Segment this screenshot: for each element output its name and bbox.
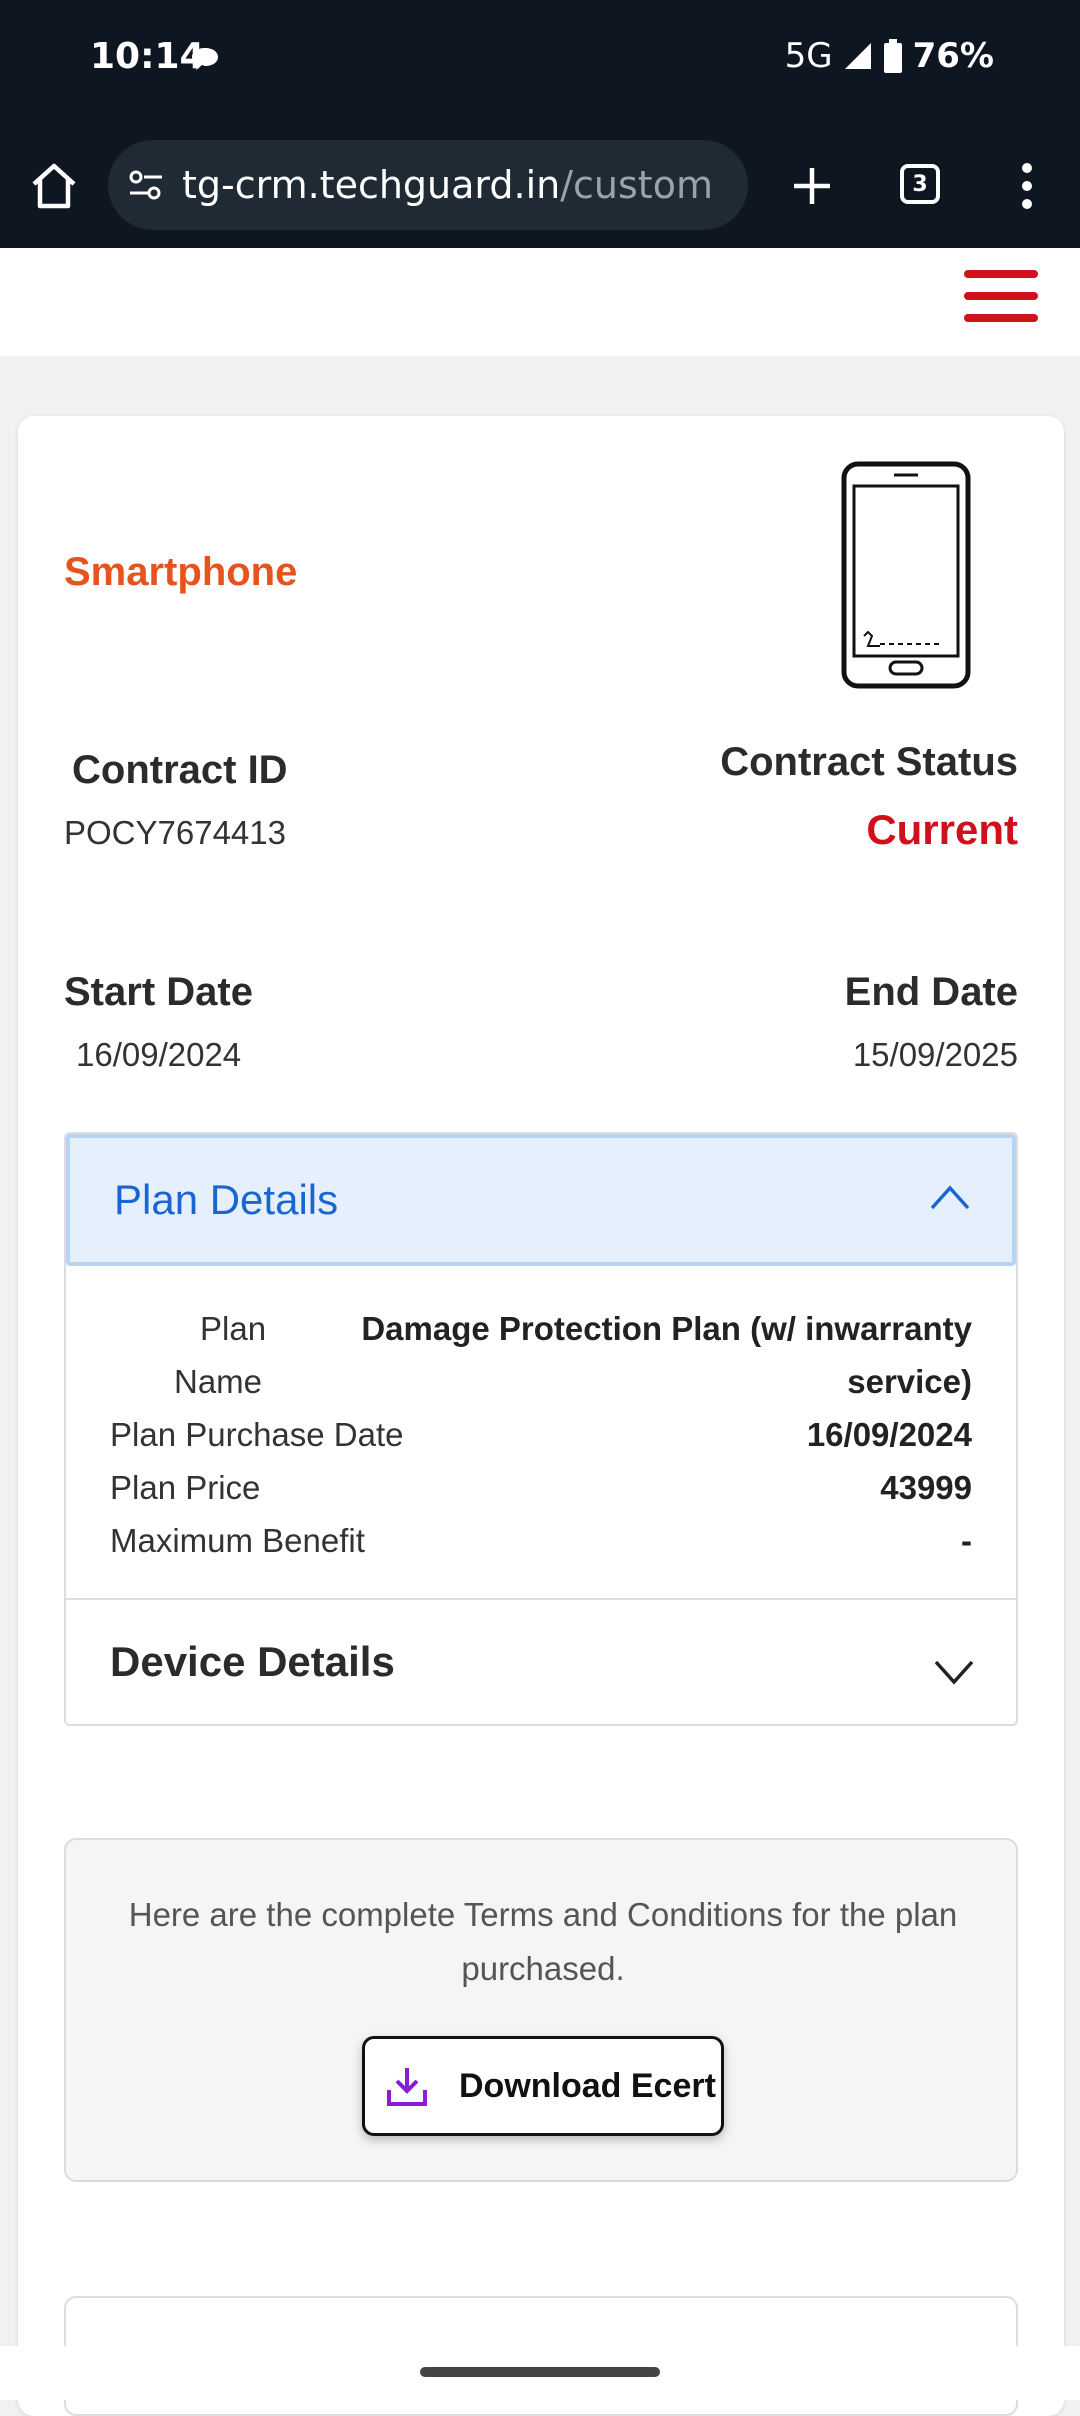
- site-settings-icon[interactable]: [126, 165, 166, 205]
- smartphone-icon: [841, 461, 971, 689]
- device-details-header[interactable]: Device Details: [66, 1600, 1016, 1724]
- maximum-benefit-value: -: [961, 1522, 972, 1559]
- plan-purchase-date-value: 16/09/2024: [806, 1416, 972, 1453]
- plan-details-header[interactable]: Plan Details: [66, 1134, 1016, 1266]
- battery-percent: 76%: [912, 36, 994, 76]
- details-accordion: Plan Details Plan Name Damage Protection…: [64, 1132, 1018, 1726]
- plan-name-label-line2: Name: [174, 1363, 263, 1400]
- address-bar[interactable]: tg-crm.techguard.in/custom: [108, 140, 748, 230]
- end-date-label: End Date: [844, 970, 1018, 1014]
- url-domain: tg-crm.techguard.in: [182, 163, 561, 207]
- tab-switcher-button[interactable]: 3: [900, 164, 940, 204]
- network-type: 5G: [784, 36, 833, 76]
- start-date-label: Start Date: [64, 970, 253, 1014]
- plan-purchase-date-label: Plan Purchase Date: [110, 1416, 404, 1453]
- more-options-icon[interactable]: [1010, 158, 1044, 214]
- plan-name-value-line1: Damage Protection Plan (w/ inwarranty: [361, 1310, 972, 1347]
- plan-name-label-line1: Plan: [200, 1310, 267, 1347]
- device-details-title: Device Details: [110, 1638, 395, 1685]
- plan-name-value-line2: service): [847, 1363, 972, 1400]
- plan-price-value: 43999: [880, 1469, 972, 1506]
- message-notification-icon: [192, 48, 218, 70]
- plan-price-label: Plan Price: [110, 1469, 261, 1506]
- gesture-handle[interactable]: [420, 2367, 660, 2377]
- terms-box: Here are the complete Terms and Conditio…: [64, 1838, 1018, 2182]
- url-text: tg-crm.techguard.in/custom: [182, 163, 713, 207]
- battery-icon: [883, 39, 902, 73]
- contract-status-value: Current: [866, 806, 1018, 853]
- maximum-benefit-label: Maximum Benefit: [110, 1522, 365, 1559]
- plan-details-title: Plan Details: [114, 1176, 339, 1223]
- url-path: /custom: [560, 163, 713, 207]
- contract-id-label: Contract ID: [72, 748, 288, 792]
- site-header: [0, 248, 1080, 356]
- chevron-up-icon: [930, 1185, 970, 1210]
- device-type-label: Smartphone: [64, 550, 298, 594]
- end-date-value: 15/09/2025: [852, 1036, 1018, 1073]
- plus-icon[interactable]: [784, 158, 840, 214]
- chevron-down-icon: [934, 1660, 974, 1685]
- home-icon[interactable]: [26, 158, 82, 214]
- hamburger-menu-icon[interactable]: [964, 270, 1038, 322]
- contract-status-label: Contract Status: [720, 740, 1018, 784]
- status-time: 10:14: [90, 36, 205, 77]
- signal-icon: [844, 43, 871, 69]
- terms-text: Here are the complete Terms and Conditio…: [128, 1896, 958, 1987]
- status-indicators: 5G 76%: [785, 36, 994, 76]
- download-icon: [387, 2068, 427, 2106]
- start-date-value: 16/09/2024: [76, 1036, 242, 1073]
- download-ecert-label: Download Ecert: [459, 2066, 716, 2105]
- contract-id-value: POCY7674413: [64, 814, 286, 851]
- status-bar: 10:14 5G 76%: [0, 0, 1080, 122]
- download-ecert-button[interactable]: Download Ecert: [362, 2036, 724, 2136]
